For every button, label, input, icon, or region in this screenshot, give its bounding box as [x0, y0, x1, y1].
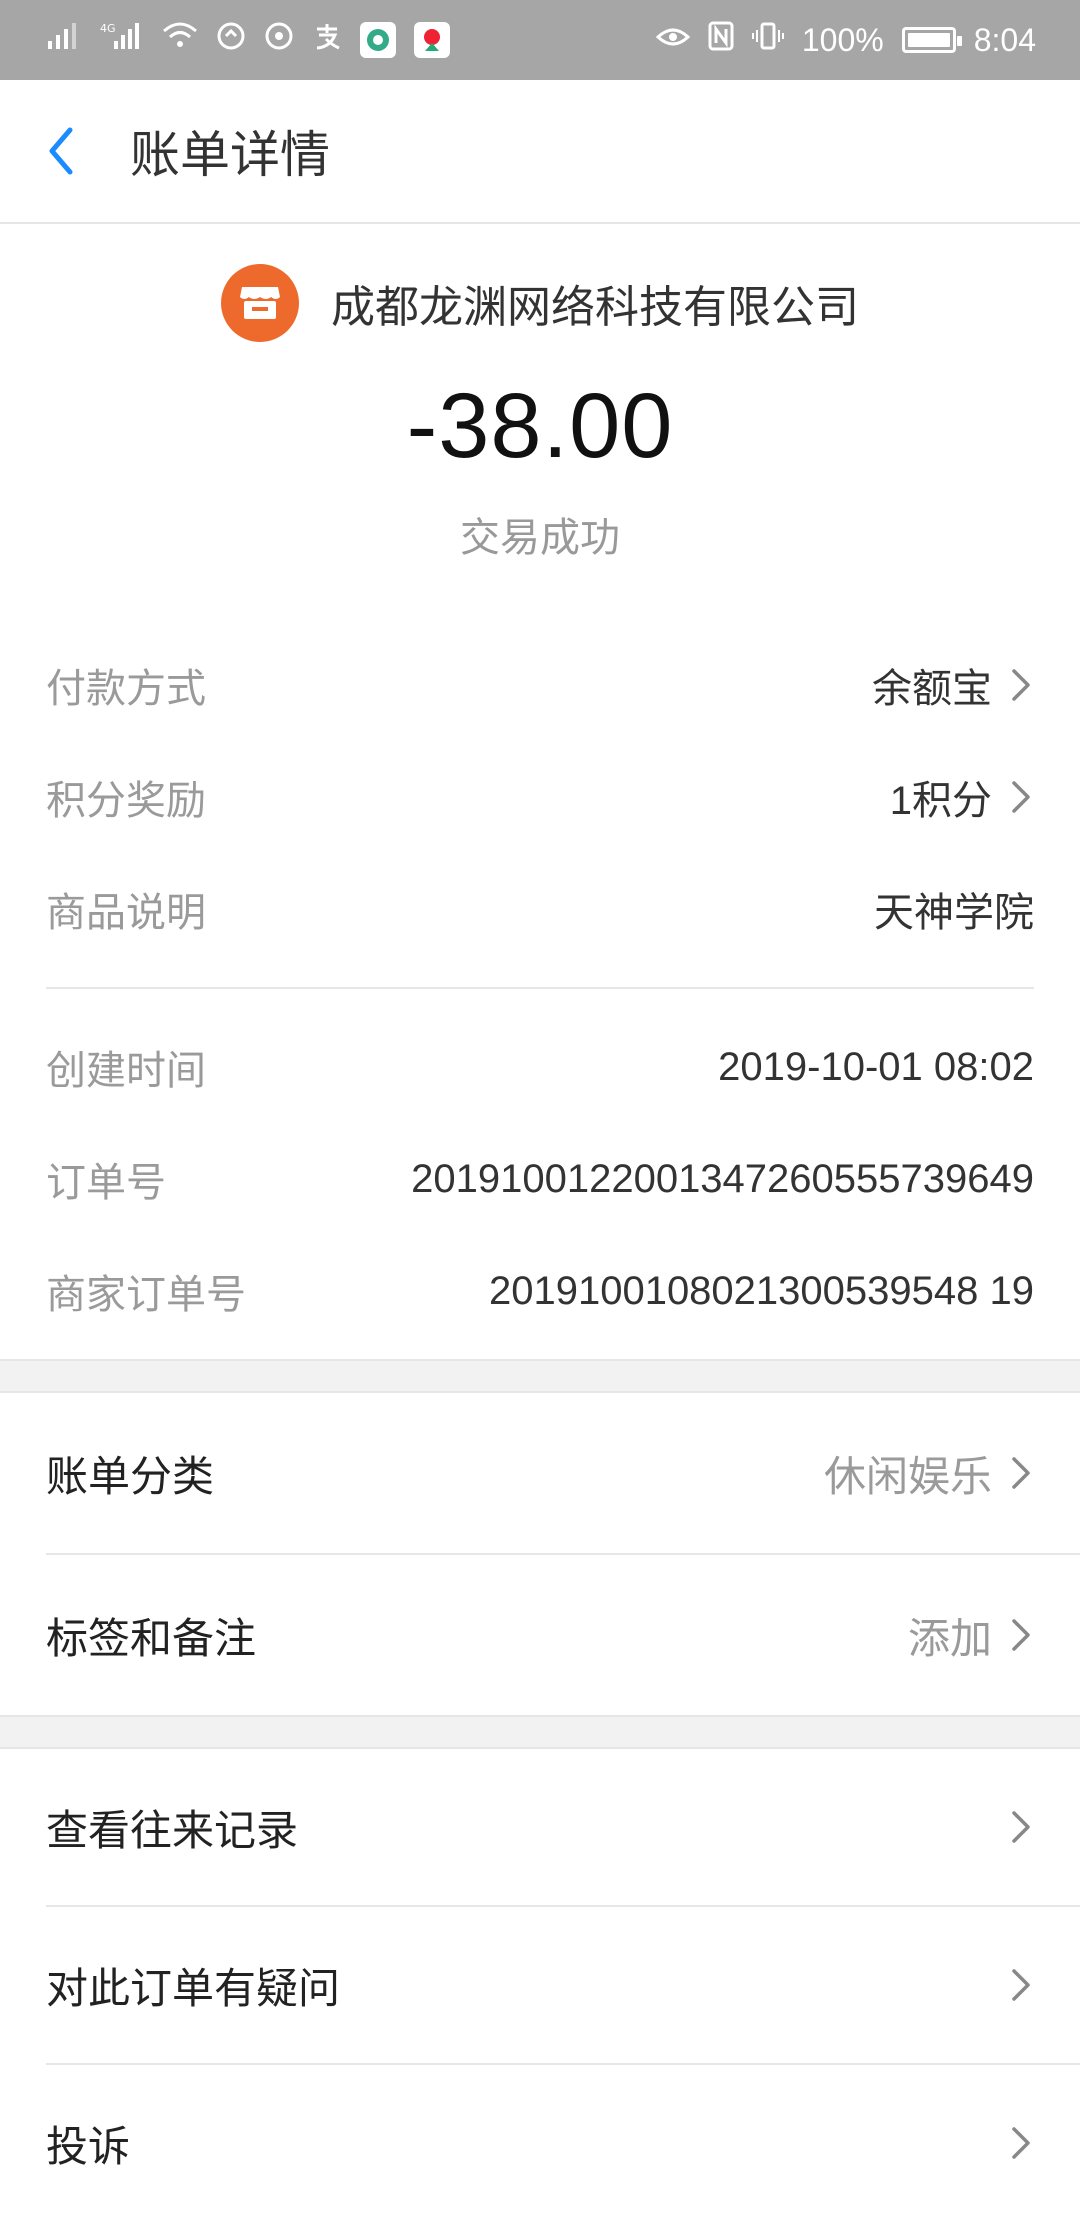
- chevron-right-icon: [1012, 781, 1030, 813]
- payment-method-row[interactable]: 付款方式 余额宝: [46, 629, 1034, 741]
- order-number-row: 订单号 2019100122001347260555739649: [46, 1123, 1034, 1235]
- tags-notes-label: 标签和备注: [46, 1614, 257, 1662]
- created-time-row: 创建时间 2019-10-01 08:02: [46, 1011, 1034, 1123]
- transaction-amount: -38.00: [406, 375, 674, 477]
- bill-category-value: 休闲娱乐: [823, 1452, 992, 1500]
- points-row[interactable]: 积分奖励 1积分: [46, 741, 1034, 853]
- signal-icon: [48, 21, 82, 59]
- alipay-icon: [312, 21, 342, 59]
- product-row: 商品说明 天神学院: [46, 853, 1034, 965]
- battery-percent: 100%: [801, 21, 884, 58]
- divider: [46, 987, 1034, 989]
- chevron-right-icon: [1012, 1811, 1030, 1843]
- app-header: 账单详情: [0, 80, 1080, 224]
- chevron-right-icon: [1012, 2127, 1030, 2159]
- section-gap: [0, 1715, 1080, 1749]
- details-section: 付款方式 余额宝 积分奖励 1积分 商品说明 天神学院 创建时间 2019-10…: [0, 629, 1080, 1347]
- payment-method-value: 余额宝: [872, 667, 992, 711]
- merchant-name: 成都龙渊网络科技有限公司: [331, 283, 859, 332]
- wifi-icon: [162, 21, 198, 59]
- section-gap: [0, 1359, 1080, 1393]
- app-icon-1: [216, 21, 246, 59]
- chevron-right-icon: [1012, 1969, 1030, 2001]
- page-title: 账单详情: [130, 127, 330, 183]
- view-history-label: 查看往来记录: [46, 1806, 299, 1854]
- payment-method-label: 付款方式: [46, 667, 206, 711]
- order-question-row[interactable]: 对此订单有疑问: [46, 1905, 1080, 2063]
- 4g-signal-icon: 4G: [100, 21, 144, 59]
- complaint-label: 投诉: [46, 2122, 131, 2170]
- actions-section: 查看往来记录 对此订单有疑问 投诉: [0, 1749, 1080, 2221]
- order-number-value: 2019100122001347260555739649: [411, 1156, 1034, 1201]
- chevron-right-icon: [1012, 1619, 1030, 1651]
- tags-notes-row[interactable]: 标签和备注 添加: [46, 1553, 1080, 1715]
- clock: 8:04: [973, 21, 1036, 58]
- app-icon-3: [360, 22, 396, 58]
- category-section: 账单分类 休闲娱乐 标签和备注 添加: [0, 1393, 1080, 1715]
- status-bar-left: 4G: [48, 21, 450, 59]
- points-label: 积分奖励: [46, 779, 206, 823]
- merchant-order-row: 商家订单号 2019100108021300539548 19: [46, 1235, 1034, 1347]
- status-bar: 4G 100% 8:04: [0, 0, 1080, 80]
- created-time-label: 创建时间: [46, 1049, 206, 1093]
- shop-icon: [221, 264, 299, 342]
- bill-category-row[interactable]: 账单分类 休闲娱乐: [46, 1393, 1080, 1553]
- battery-icon: [901, 27, 962, 53]
- app-icon-4: [414, 22, 450, 58]
- status-bar-right: 100% 8:04: [655, 21, 1036, 59]
- transaction-status: 交易成功: [460, 516, 620, 560]
- chevron-right-icon: [1012, 1457, 1030, 1489]
- complaint-row[interactable]: 投诉: [46, 2063, 1080, 2221]
- chevron-right-icon: [1012, 669, 1030, 701]
- created-time-value: 2019-10-01 08:02: [718, 1044, 1034, 1089]
- eye-icon: [655, 23, 691, 57]
- view-history-row[interactable]: 查看往来记录: [46, 1749, 1080, 1905]
- nfc-icon: [708, 21, 734, 59]
- merchant-order-label: 商家订单号: [46, 1273, 246, 1317]
- bill-category-label: 账单分类: [46, 1452, 215, 1500]
- vibrate-icon: [751, 21, 784, 59]
- merchant-order-value: 2019100108021300539548 19: [488, 1268, 1034, 1313]
- tags-notes-value: 添加: [907, 1614, 992, 1662]
- chevron-left-icon: [49, 127, 73, 175]
- points-value: 1积分: [889, 779, 992, 823]
- merchant-row: 成都龙渊网络科技有限公司: [0, 264, 1080, 342]
- product-label: 商品说明: [46, 891, 206, 935]
- back-button[interactable]: [0, 126, 130, 176]
- product-value: 天神学院: [874, 891, 1034, 935]
- network-type-label: 4G: [100, 22, 116, 35]
- order-question-label: 对此订单有疑问: [46, 1964, 341, 2012]
- app-icon-2: [264, 21, 294, 59]
- order-number-label: 订单号: [46, 1161, 166, 1205]
